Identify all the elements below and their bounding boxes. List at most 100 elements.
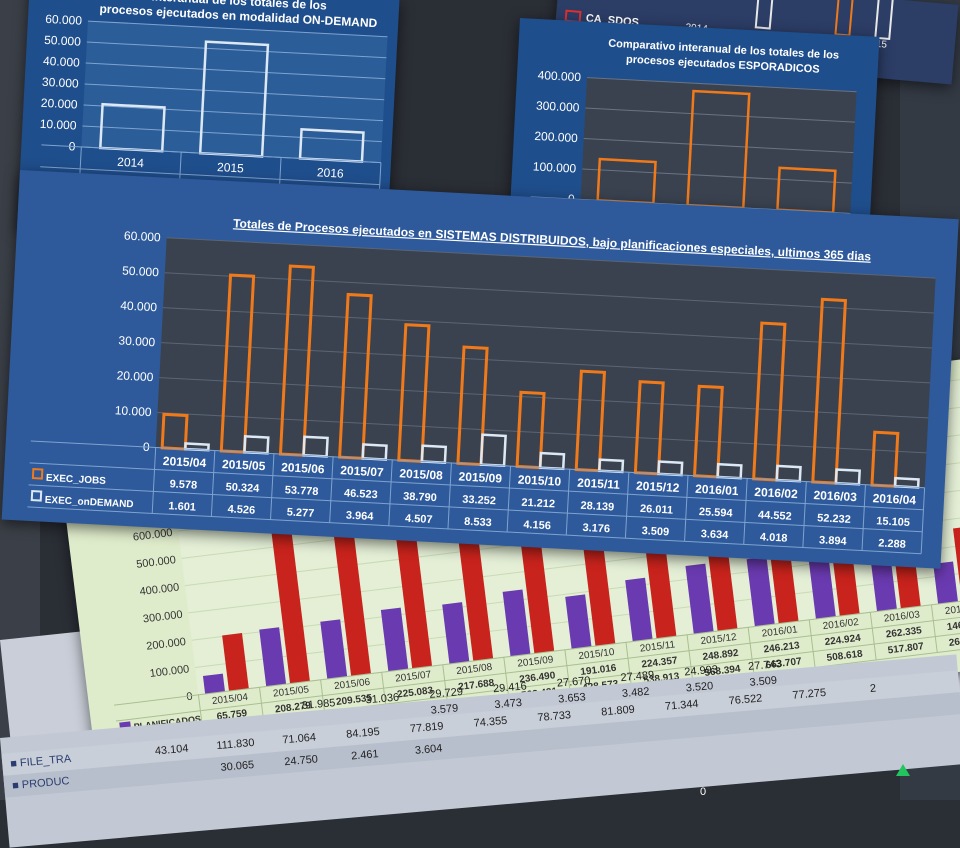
y-tick-label: 300.000: [536, 98, 580, 114]
data-label: 33.252: [462, 494, 496, 508]
data-label: 25.594: [699, 506, 734, 520]
x-tick-label: 2015/06: [334, 677, 372, 692]
x-tick-label: 2016/01: [761, 624, 799, 639]
table-line: [802, 481, 807, 548]
x-tick-label: 2016: [317, 165, 345, 180]
data-label: 3.964: [346, 510, 375, 523]
legend-label: EXEC_JOBS: [46, 473, 107, 487]
x-tick-label: 2016/02: [822, 617, 860, 632]
data-label: 38.790: [403, 491, 437, 505]
x-tick-label: 2016/04: [944, 602, 960, 617]
x-tick-label: 2015/07: [395, 669, 433, 684]
chart-distribuidos: Totales de Procesos ejecutados en SISTEM…: [1, 170, 959, 569]
x-tick-label: 2016/03: [813, 488, 857, 504]
x-tick-label: 2016/03: [883, 609, 921, 624]
x-tick-label: 2015/05: [222, 457, 266, 473]
data-label: 28.139: [580, 500, 614, 514]
y-tick-label: 400.000: [537, 68, 581, 84]
table-cell: 3.653: [557, 691, 587, 706]
green-arrow-icon: [896, 764, 910, 776]
legend-swatch: [31, 468, 44, 480]
table-line: [151, 447, 157, 514]
x-tick-label: 2015/10: [517, 472, 561, 488]
table-line: [920, 487, 926, 554]
y-tick-label: 400.000: [139, 581, 180, 598]
table-cell: 29.729: [428, 685, 464, 701]
data-label: 4.507: [405, 513, 433, 526]
y-tick-label: 50.000: [122, 263, 160, 279]
x-tick-label: 2016/04: [872, 491, 916, 507]
table-cell: 3.473: [494, 696, 523, 712]
x-tick-label: 2015/09: [458, 469, 502, 485]
y-tick-label: 40.000: [43, 54, 81, 70]
table-line: [329, 456, 334, 523]
table-line: [624, 472, 630, 539]
data-label: 15.105: [876, 515, 910, 529]
table-line: [506, 466, 512, 533]
table-line: [565, 469, 571, 536]
table-cell: 3.509: [749, 674, 778, 689]
x-tick-label: 2014: [117, 155, 145, 170]
bar-planificados: [202, 673, 225, 694]
x-tick-label: 2015/12: [636, 479, 680, 495]
y-tick-label: 0: [186, 691, 194, 704]
top-strip-bar: [874, 0, 894, 41]
data-label: 3.894: [819, 534, 848, 547]
table-line: [447, 462, 452, 529]
top-strip-bar: [754, 0, 775, 30]
data-label: 1.601: [168, 500, 196, 513]
y-tick-label: 10.000: [39, 117, 77, 133]
table-line: [388, 459, 393, 526]
x-tick-label: 2015/08: [456, 662, 494, 677]
table-cell: 31.036: [365, 691, 400, 707]
corner-zero-label: 0: [700, 786, 707, 798]
data-label: 21.212: [521, 497, 555, 511]
x-tick-label: 2015/10: [578, 647, 616, 662]
y-tick-label: 20.000: [41, 96, 79, 112]
table-cell: 31.985: [301, 697, 336, 712]
y-tick-label: 30.000: [118, 333, 156, 349]
data-label: 4.526: [227, 503, 255, 516]
y-tick-label: 20.000: [116, 368, 154, 384]
y-tick-label: 100.000: [532, 159, 576, 175]
y-tick-label: 200.000: [146, 636, 187, 653]
table-line: [861, 484, 866, 551]
x-tick-label: 2016/01: [695, 482, 739, 498]
x-tick-label: 2015/09: [517, 654, 555, 669]
x-tick-label: 2015: [217, 160, 245, 175]
table-cell: 27.670: [556, 674, 591, 690]
x-tick-label: 2015/11: [577, 476, 621, 492]
y-tick-label: 100.000: [149, 663, 190, 680]
table-cell: 27.489: [620, 669, 655, 685]
y-tick-label: 40.000: [120, 298, 158, 314]
top-strip-bar: [834, 0, 854, 37]
x-tick-label: 2016/02: [754, 485, 798, 501]
data-label: 3.634: [700, 528, 729, 541]
y-tick-label: 10.000: [114, 403, 152, 419]
data-label: 248.892: [702, 648, 740, 663]
table-cell: 3.579: [430, 702, 459, 717]
table-line: [684, 475, 689, 542]
data-label: 262.335: [885, 625, 923, 640]
x-tick-label: 2015/06: [281, 460, 325, 476]
x-tick-label: 2015/08: [399, 466, 443, 482]
y-tick-label: 60.000: [45, 12, 83, 28]
table-cell: 24.993: [683, 663, 719, 679]
y-tick-label: 60.000: [124, 229, 162, 245]
x-tick-label: 2015/05: [272, 684, 310, 699]
table-line: [743, 478, 748, 545]
data-label: 8.533: [464, 516, 492, 529]
data-label: 50.324: [225, 481, 260, 495]
data-label: 2.288: [878, 537, 906, 550]
data-label: 9.578: [169, 478, 197, 491]
table-cell: 2.461: [351, 748, 379, 762]
data-label: 46.523: [344, 487, 378, 501]
data-label: 52.232: [817, 512, 851, 526]
data-label: 4.018: [760, 531, 788, 544]
x-tick-label: 2015/07: [340, 463, 384, 479]
y-tick-label: 300.000: [142, 609, 183, 626]
table-cell: 29.416: [492, 680, 528, 696]
data-label: 44.552: [758, 509, 792, 523]
table-cell: 3.482: [621, 685, 650, 701]
y-tick-label: 600.000: [132, 527, 173, 544]
